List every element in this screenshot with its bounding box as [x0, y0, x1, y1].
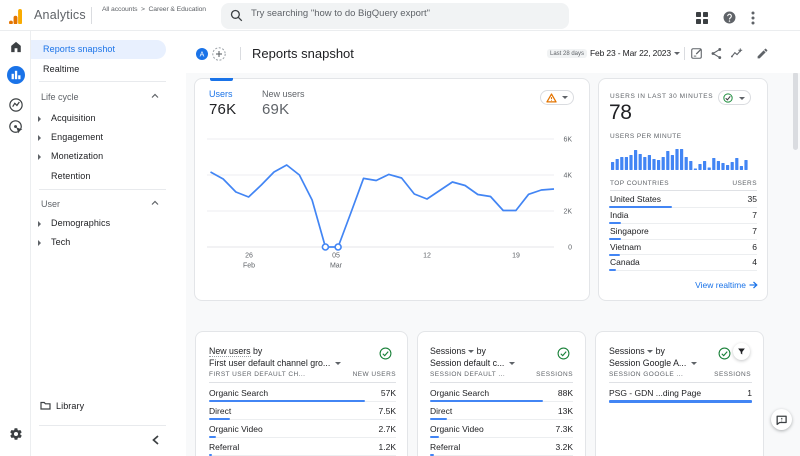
svg-text:19: 19 [512, 253, 520, 260]
svg-text:Feb: Feb [243, 263, 255, 270]
svg-text:26: 26 [245, 253, 253, 260]
svg-text:2K: 2K [563, 209, 572, 216]
svg-text:4K: 4K [563, 173, 572, 180]
svg-text:6K: 6K [563, 137, 572, 144]
svg-text:0: 0 [568, 245, 572, 252]
svg-text:12: 12 [423, 253, 431, 260]
svg-text:Mar: Mar [330, 263, 343, 270]
svg-text:A: A [200, 52, 205, 59]
svg-text:05: 05 [332, 253, 340, 260]
